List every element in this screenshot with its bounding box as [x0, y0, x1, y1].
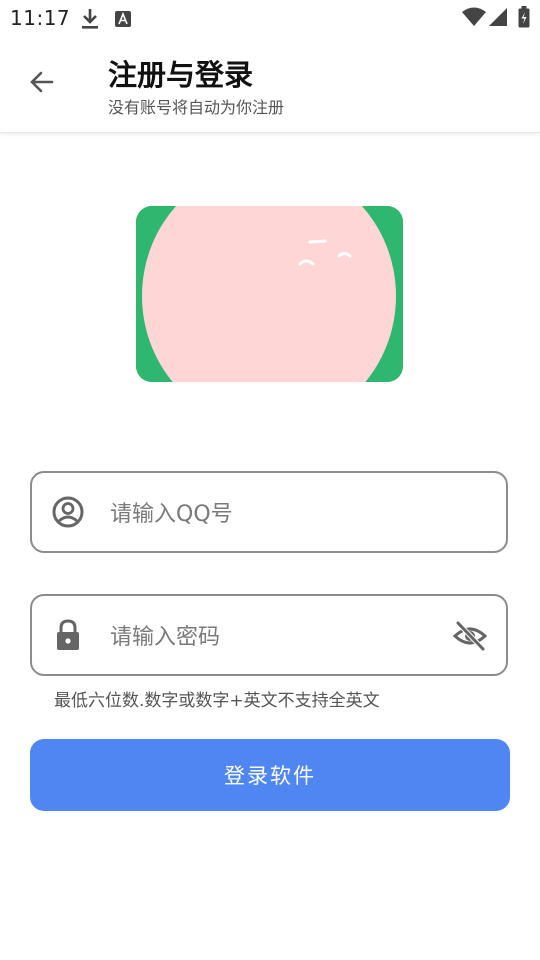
- back-button[interactable]: [22, 64, 62, 104]
- qq-number-field[interactable]: [30, 471, 508, 553]
- battery-icon: [518, 6, 530, 32]
- page-subtitle: 没有账号将自动为你注册: [108, 98, 285, 117]
- download-icon: [80, 7, 100, 35]
- illustration-image: [136, 206, 403, 382]
- eye-off-icon[interactable]: [452, 618, 488, 654]
- a-notification-icon: [114, 10, 132, 32]
- login-button[interactable]: 登录软件: [30, 739, 510, 811]
- password-field[interactable]: [30, 594, 508, 676]
- app-bar: 注册与登录 没有账号将自动为你注册: [0, 36, 540, 133]
- password-hint: 最低六位数.数字或数字+英文不支持全英文: [54, 691, 380, 711]
- status-time: 11:17: [10, 6, 71, 30]
- wifi-icon: [462, 7, 486, 31]
- arrow-left-icon: [28, 68, 56, 100]
- signal-icon: [488, 7, 508, 31]
- qq-input[interactable]: [108, 491, 442, 537]
- page-title: 注册与登录: [108, 58, 254, 92]
- account-circle-icon: [51, 495, 85, 529]
- password-input[interactable]: [108, 614, 442, 660]
- status-bar: 11:17: [0, 0, 540, 36]
- lock-icon: [51, 618, 85, 652]
